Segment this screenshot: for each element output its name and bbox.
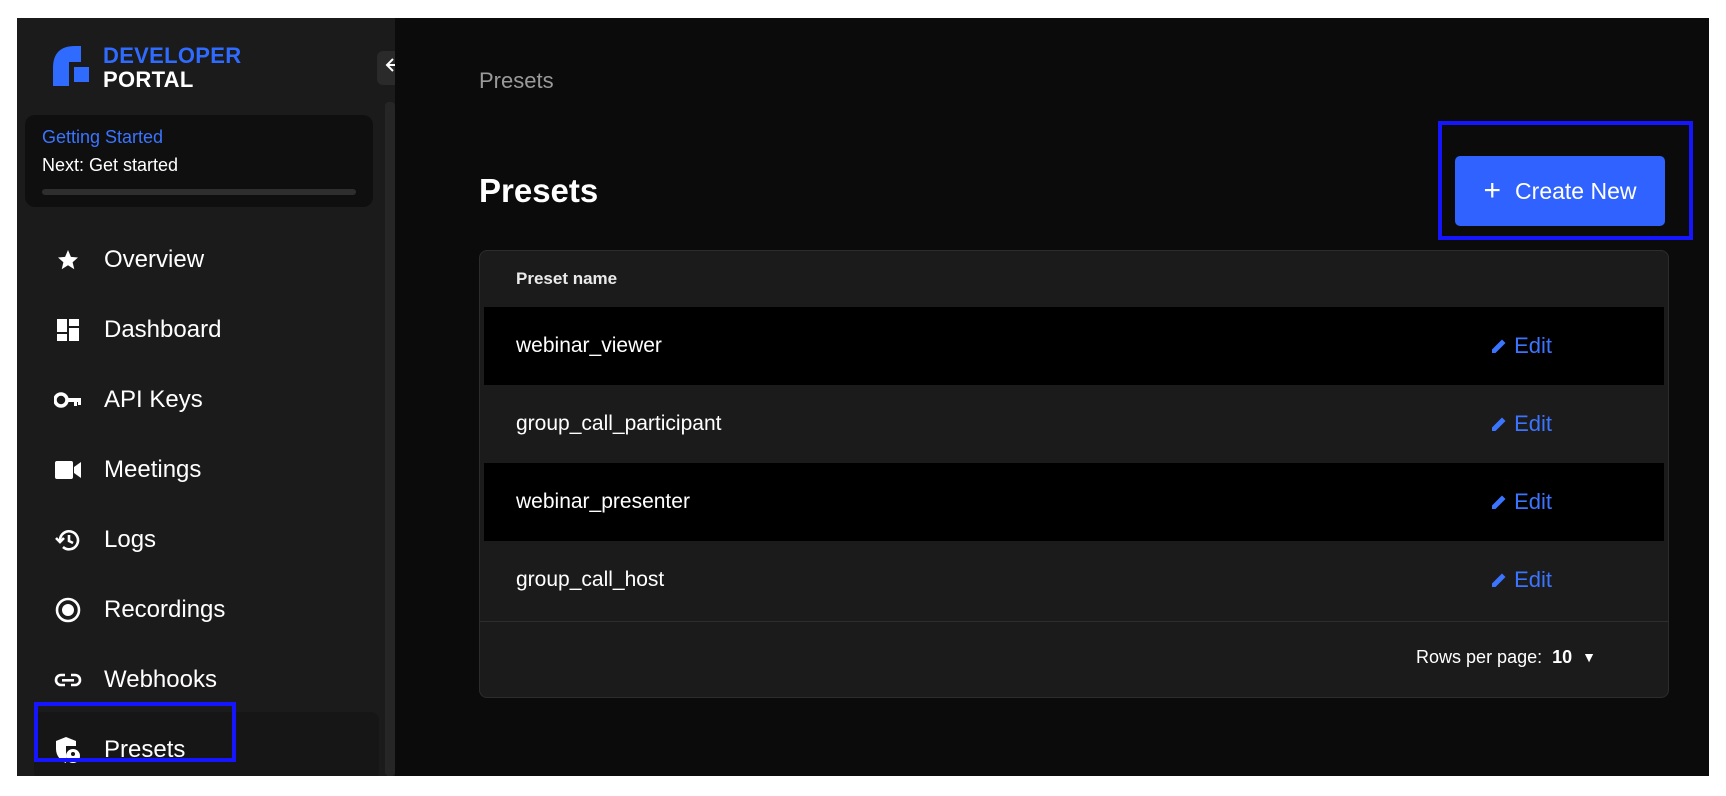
sidebar-item-label: Meetings — [104, 456, 202, 483]
logo-mark-icon — [53, 46, 89, 86]
sidebar-item-api-keys[interactable]: API Keys — [34, 370, 379, 430]
highlight-box-create-new — [1438, 121, 1693, 240]
column-header-preset-name: Preset name — [516, 269, 618, 288]
preset-name: webinar_viewer — [516, 334, 662, 357]
getting-started-title[interactable]: Getting Started — [42, 127, 163, 148]
sidebar-item-label: Logs — [104, 526, 157, 553]
video-icon — [54, 456, 82, 484]
pencil-icon — [1492, 495, 1506, 509]
sidebar-item-meetings[interactable]: Meetings — [34, 440, 379, 500]
app-window: DEVELOPER PORTAL Getting Started Next: G… — [17, 18, 1709, 776]
main-content: Presets Presets + Create New Preset name… — [395, 18, 1709, 776]
pencil-icon — [1492, 573, 1506, 587]
preset-name: webinar_presenter — [516, 490, 690, 513]
pencil-icon — [1492, 339, 1506, 353]
presets-table: Preset name webinar_viewer Edit group_ca… — [479, 250, 1669, 698]
star-icon — [54, 246, 82, 274]
getting-started-next: Next: Get started — [42, 155, 179, 175]
edit-button[interactable]: Edit — [1490, 411, 1552, 437]
getting-started-card[interactable]: Getting Started Next: Get started — [25, 115, 373, 207]
page-title: Presets — [479, 172, 599, 209]
preset-name: group_call_participant — [516, 412, 722, 435]
logo[interactable]: DEVELOPER PORTAL — [53, 44, 313, 92]
sidebar-item-label: Dashboard — [104, 316, 222, 343]
sidebar-item-label: Webhooks — [104, 666, 217, 693]
edit-label: Edit — [1514, 411, 1552, 436]
rows-per-page-select[interactable]: 10 — [1552, 647, 1572, 668]
table-row: webinar_presenter Edit — [484, 463, 1664, 541]
sidebar-item-label: Overview — [104, 246, 205, 273]
table-pagination: Rows per page: 10 ▼ — [480, 622, 1668, 692]
table-row: webinar_viewer Edit — [484, 307, 1664, 385]
record-icon — [54, 596, 82, 624]
sidebar-item-label: API Keys — [104, 386, 203, 413]
rows-per-page-label: Rows per page: — [1416, 646, 1543, 667]
link-icon — [54, 666, 82, 694]
logo-text: DEVELOPER PORTAL — [103, 44, 241, 92]
getting-started-progress — [42, 189, 356, 195]
sidebar-item-logs[interactable]: Logs — [34, 510, 379, 570]
sidebar: DEVELOPER PORTAL Getting Started Next: G… — [17, 18, 395, 776]
table-rows: webinar_viewer Edit group_call_participa… — [480, 307, 1668, 619]
logo-line2: PORTAL — [103, 67, 194, 92]
edit-label: Edit — [1514, 489, 1552, 514]
sidebar-nav: Overview Dashboard API Keys Meetings Log… — [34, 230, 379, 776]
edit-button[interactable]: Edit — [1490, 567, 1552, 593]
table-row: group_call_participant Edit — [484, 385, 1664, 463]
edit-button[interactable]: Edit — [1490, 333, 1552, 359]
breadcrumb: Presets — [479, 68, 554, 93]
sidebar-item-dashboard[interactable]: Dashboard — [34, 300, 379, 360]
highlight-box-presets — [34, 702, 236, 762]
sidebar-item-webhooks[interactable]: Webhooks — [34, 650, 379, 710]
table-row: group_call_host Edit — [484, 541, 1664, 619]
caret-down-icon[interactable]: ▼ — [1582, 649, 1596, 665]
preset-name: group_call_host — [516, 568, 665, 591]
history-icon — [54, 526, 82, 554]
dashboard-icon — [54, 316, 82, 344]
edit-label: Edit — [1514, 567, 1552, 592]
edit-button[interactable]: Edit — [1490, 489, 1552, 515]
sidebar-item-recordings[interactable]: Recordings — [34, 580, 379, 640]
key-icon — [54, 386, 82, 414]
sidebar-item-label: Recordings — [104, 596, 226, 623]
edit-label: Edit — [1514, 333, 1552, 358]
sidebar-item-overview[interactable]: Overview — [34, 230, 379, 290]
sidebar-scrollbar[interactable] — [385, 102, 395, 776]
pencil-icon — [1492, 417, 1506, 431]
logo-line1: DEVELOPER — [103, 43, 242, 68]
